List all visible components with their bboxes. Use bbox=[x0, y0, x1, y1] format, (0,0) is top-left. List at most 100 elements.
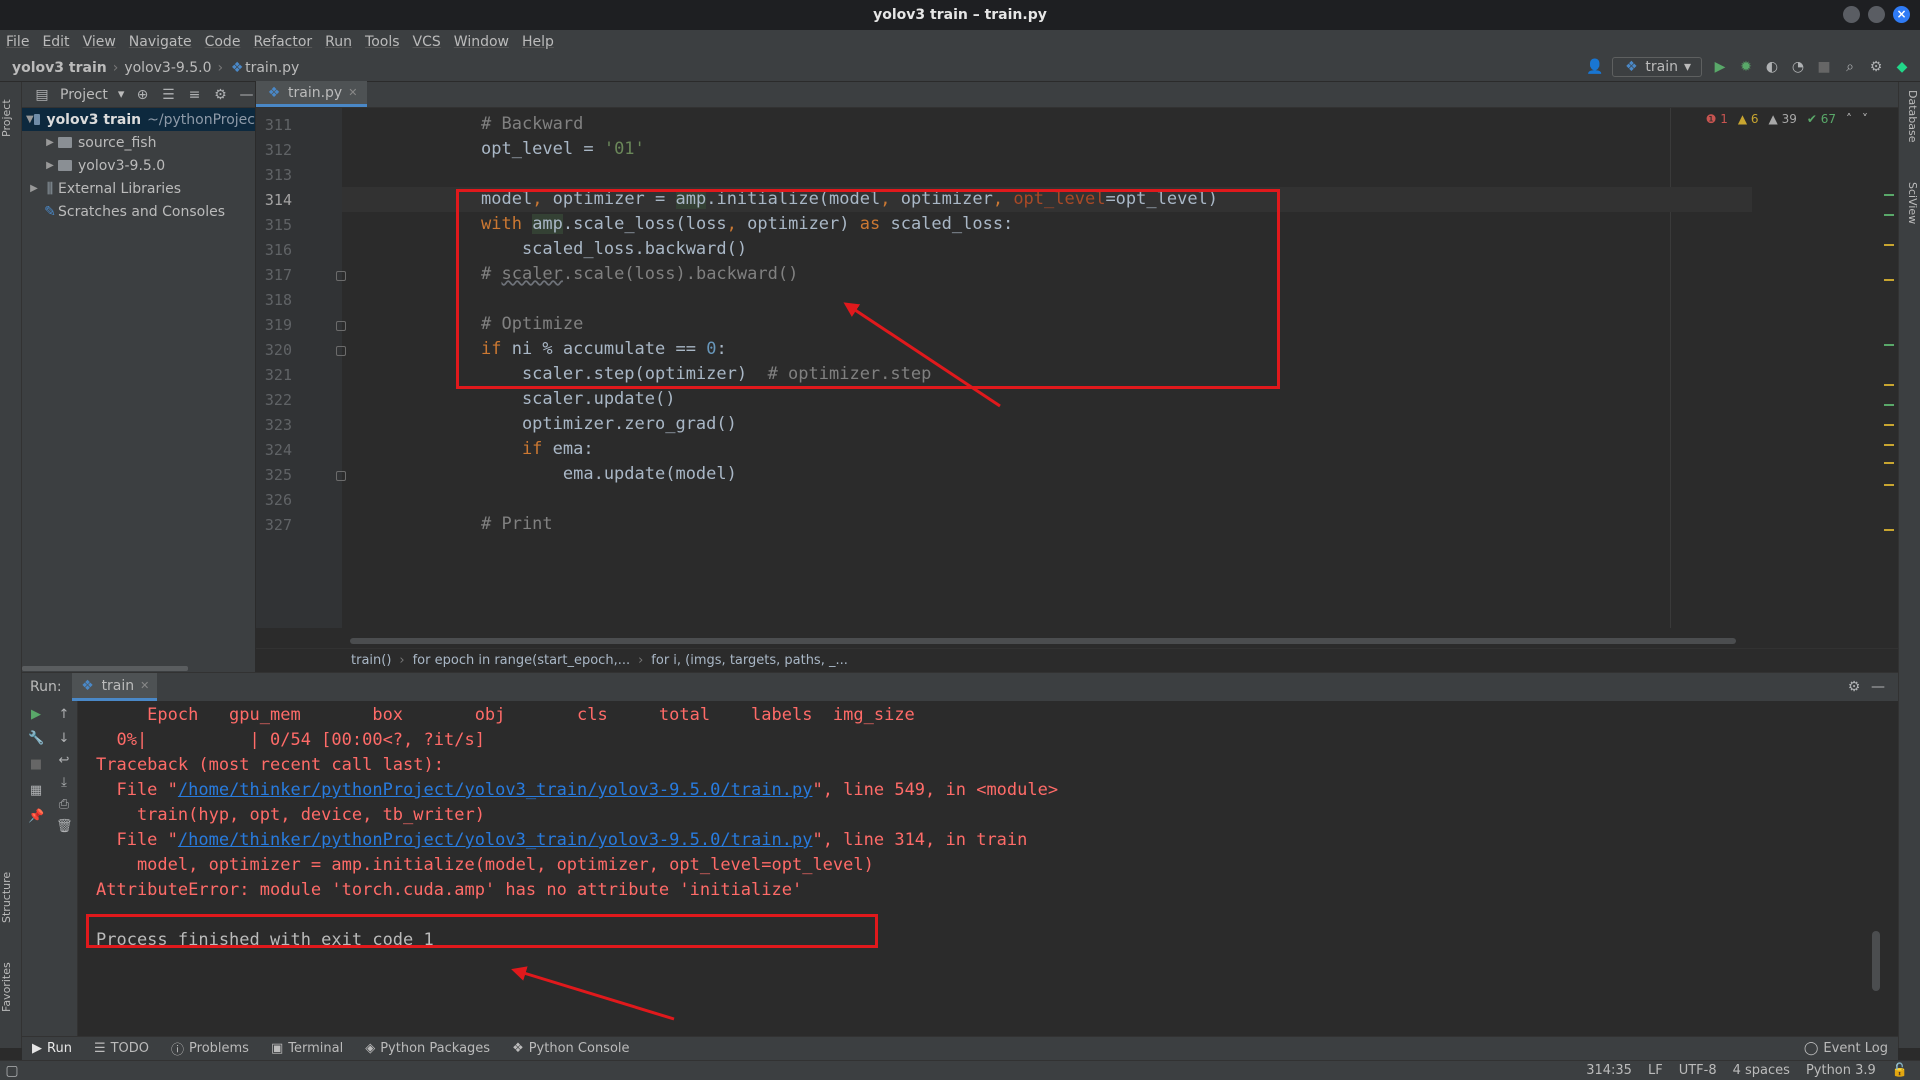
menu-help[interactable]: Help bbox=[522, 34, 554, 50]
menu-edit[interactable]: Edit bbox=[42, 34, 69, 50]
locate-icon[interactable]: ⊕ bbox=[134, 87, 150, 103]
menu-run[interactable]: Run bbox=[325, 34, 352, 50]
code-breadcrumbs: train() › for epoch in range(start_epoch… bbox=[256, 648, 1898, 672]
stripe-mark bbox=[1884, 344, 1894, 346]
tree-item-scratches[interactable]: ✎ Scratches and Consoles bbox=[22, 200, 255, 223]
tool-terminal[interactable]: ▣ Terminal bbox=[271, 1041, 343, 1056]
chevron-down-icon[interactable]: ˅ bbox=[1862, 112, 1868, 126]
line-number: 320 bbox=[264, 341, 292, 359]
project-horizontal-scrollbar[interactable] bbox=[22, 664, 256, 672]
line-number: 319 bbox=[264, 316, 292, 334]
stop-icon[interactable]: ■ bbox=[1816, 59, 1832, 75]
tool-python-packages[interactable]: ◈ Python Packages bbox=[365, 1041, 490, 1056]
caret-position[interactable]: 314:35 bbox=[1586, 1063, 1632, 1078]
menu-refactor[interactable]: Refactor bbox=[253, 34, 312, 50]
error-stripe[interactable] bbox=[1882, 194, 1896, 634]
profile-icon[interactable]: ◔ bbox=[1790, 59, 1806, 75]
terminal-icon: ▣ bbox=[270, 1041, 284, 1056]
indent-setting[interactable]: 4 spaces bbox=[1733, 1063, 1790, 1078]
editor-horizontal-scrollbar[interactable] bbox=[350, 638, 1736, 644]
lock-icon[interactable]: 🔓 bbox=[1892, 1063, 1908, 1078]
event-log-button[interactable]: ◯ Event Log bbox=[1804, 1041, 1888, 1056]
maximize-button[interactable] bbox=[1868, 6, 1885, 23]
layout-icon[interactable]: ▦ bbox=[28, 783, 44, 799]
python-interpreter[interactable]: Python 3.9 bbox=[1806, 1063, 1876, 1078]
file-link[interactable]: /home/thinker/pythonProject/yolov3_train… bbox=[178, 780, 813, 800]
tool-todo[interactable]: ☰ TODO bbox=[94, 1041, 149, 1056]
stripe-mark bbox=[1884, 529, 1894, 531]
run-configuration-select[interactable]: ❖ train ▾ bbox=[1612, 57, 1702, 77]
tool-run[interactable]: ▶ Run bbox=[32, 1041, 72, 1056]
scroll-to-end-icon[interactable]: ⤓ bbox=[56, 775, 72, 791]
menu-window[interactable]: Window bbox=[454, 34, 509, 50]
arrow-up-icon[interactable]: ↑ bbox=[56, 707, 72, 723]
rerun-icon[interactable]: ▶ bbox=[28, 707, 44, 723]
annotation-box-code bbox=[456, 189, 1280, 389]
run-tab-train[interactable]: ❖ train ✕ bbox=[71, 673, 158, 701]
nav-crumb-file[interactable]: train.py bbox=[245, 60, 299, 76]
menu-file[interactable]: File bbox=[6, 34, 29, 50]
trash-icon[interactable]: 🗑 bbox=[56, 819, 73, 835]
editor-tab-train-py[interactable]: ❖ train.py ✕ bbox=[256, 81, 368, 107]
expand-all-icon[interactable]: ☰ bbox=[160, 87, 176, 103]
project-panel-title[interactable]: Project bbox=[60, 87, 108, 103]
breadcrumb-function[interactable]: train() bbox=[351, 653, 391, 668]
code-line-322: scaler.update() bbox=[481, 389, 676, 409]
pin-icon[interactable]: 📌 bbox=[28, 809, 44, 825]
search-icon[interactable]: ⌕ bbox=[1842, 59, 1858, 75]
structure-tool-tab[interactable]: Structure bbox=[0, 862, 22, 932]
console-scrollbar[interactable] bbox=[1872, 931, 1880, 991]
favorites-tool-tab[interactable]: Favorites bbox=[0, 952, 22, 1022]
inspection-widget[interactable]: ❶ 1 ▲ 6 ▲ 39 ✔ 67 ˄ ˅ bbox=[1706, 112, 1868, 126]
line-number: 322 bbox=[264, 391, 292, 409]
menu-code[interactable]: Code bbox=[205, 34, 241, 50]
stop-icon[interactable]: ■ bbox=[28, 757, 44, 773]
coverage-icon[interactable]: ◐ bbox=[1764, 59, 1780, 75]
chevron-up-icon[interactable]: ˄ bbox=[1846, 112, 1852, 126]
close-window-button[interactable]: × bbox=[1893, 6, 1910, 23]
soft-wrap-icon[interactable]: ↩ bbox=[56, 753, 72, 769]
print-icon[interactable]: ⎙ bbox=[56, 797, 72, 813]
sciview-tool-tab[interactable]: SciView bbox=[1901, 182, 1919, 252]
line-separator[interactable]: LF bbox=[1648, 1063, 1663, 1078]
folder-icon bbox=[33, 114, 41, 125]
user-icon[interactable]: 👤 bbox=[1586, 59, 1603, 75]
menu-navigate[interactable]: Navigate bbox=[129, 34, 192, 50]
menu-view[interactable]: View bbox=[83, 34, 116, 50]
nav-crumb-project[interactable]: yolov3 train bbox=[12, 60, 107, 76]
menu-tools[interactable]: Tools bbox=[365, 34, 400, 50]
wrench-icon[interactable]: 🔧 bbox=[28, 731, 44, 747]
tool-problems[interactable]: ⓘ Problems bbox=[171, 1039, 249, 1058]
breadcrumb-loop-batch[interactable]: for i, (imgs, targets, paths, _... bbox=[651, 653, 848, 668]
debug-icon[interactable]: ✹ bbox=[1738, 59, 1754, 75]
menu-vcs[interactable]: VCS bbox=[413, 34, 441, 50]
console-output[interactable]: Epoch gpu_mem box obj cls total labels i… bbox=[82, 701, 1882, 1037]
stripe-mark bbox=[1884, 404, 1894, 406]
project-tool-tab[interactable]: Project bbox=[0, 88, 22, 148]
hide-icon[interactable]: — bbox=[1870, 679, 1886, 695]
gear-icon[interactable]: ⚙ bbox=[1868, 59, 1884, 75]
gear-icon[interactable]: ⚙ bbox=[1846, 679, 1862, 695]
tree-item-source-fish[interactable]: ▶ source_fish bbox=[22, 131, 255, 154]
layout-toggle-icon[interactable]: ▢ bbox=[4, 1063, 20, 1079]
close-tab-icon[interactable]: ✕ bbox=[140, 679, 149, 692]
tree-item-project-root[interactable]: ▼ yolov3 train ~/pythonProjec bbox=[22, 108, 255, 131]
tree-item-external-libraries[interactable]: ▶ ⫼ External Libraries bbox=[22, 177, 255, 200]
database-tool-tab[interactable]: Database bbox=[1901, 90, 1919, 160]
tool-python-console[interactable]: ❖ Python Console bbox=[512, 1041, 629, 1056]
minimize-button[interactable] bbox=[1843, 6, 1860, 23]
speech-bubble-icon: ◯ bbox=[1803, 1041, 1819, 1056]
hide-icon[interactable]: — bbox=[238, 87, 254, 103]
gear-icon[interactable]: ⚙ bbox=[212, 87, 228, 103]
jetbrains-icon[interactable]: ◆ bbox=[1894, 59, 1910, 75]
line-number: 323 bbox=[264, 416, 292, 434]
file-encoding[interactable]: UTF-8 bbox=[1679, 1063, 1717, 1078]
collapse-all-icon[interactable]: ≡ bbox=[186, 87, 202, 103]
breadcrumb-loop-epoch[interactable]: for epoch in range(start_epoch,... bbox=[413, 653, 630, 668]
file-link[interactable]: /home/thinker/pythonProject/yolov3_train… bbox=[178, 830, 813, 850]
arrow-down-icon[interactable]: ↓ bbox=[56, 731, 72, 747]
nav-crumb-folder[interactable]: yolov3-9.5.0 bbox=[124, 60, 211, 76]
tree-item-yolov3[interactable]: ▶ yolov3-9.5.0 bbox=[22, 154, 255, 177]
run-icon[interactable]: ▶ bbox=[1712, 59, 1728, 75]
close-tab-icon[interactable]: ✕ bbox=[348, 86, 357, 99]
